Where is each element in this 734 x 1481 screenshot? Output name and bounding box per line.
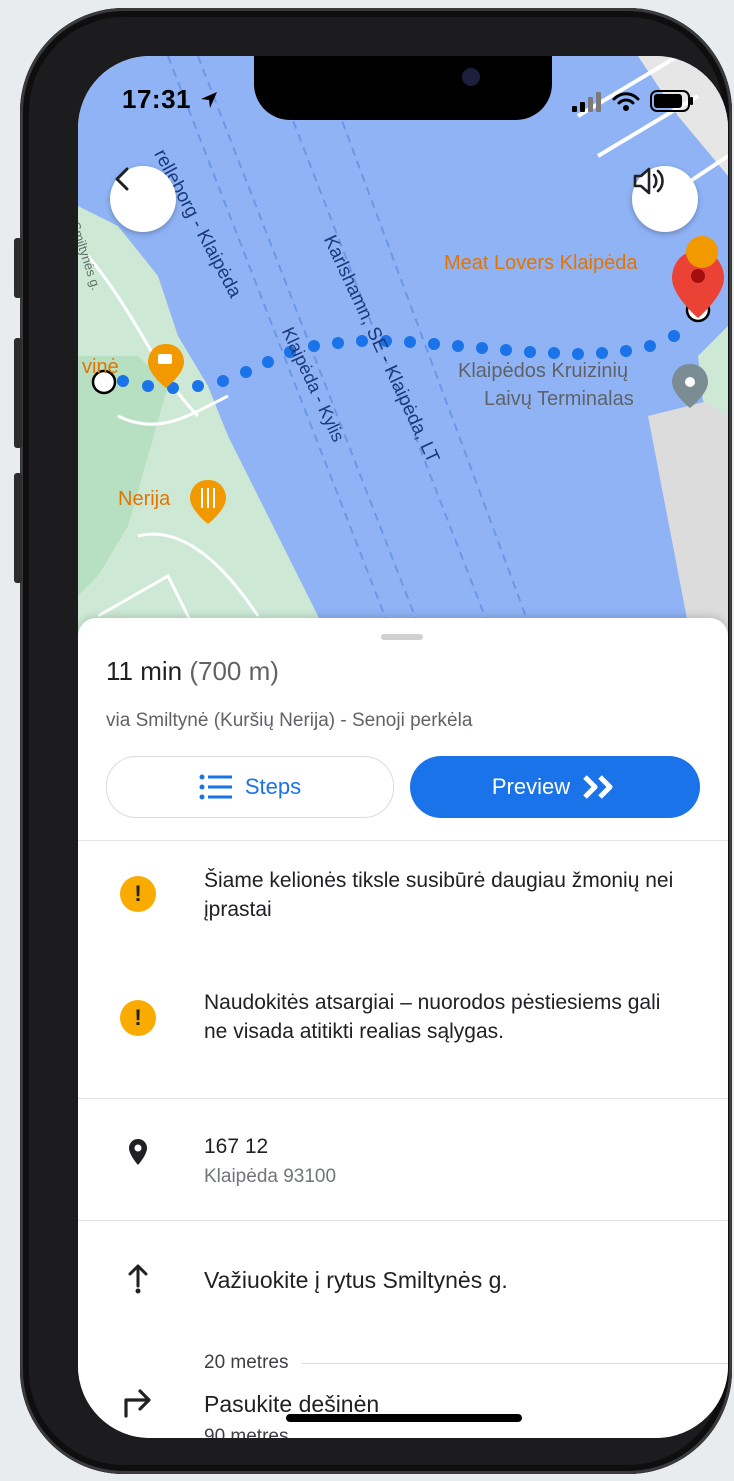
volume-down-button xyxy=(14,473,22,583)
double-chevron-right-icon xyxy=(583,775,613,799)
preview-label: Preview xyxy=(491,774,571,799)
signal-icon xyxy=(572,92,601,112)
step-1-instruction[interactable]: Važiuokite į rytus Smiltynės g. xyxy=(204,1266,674,1295)
steps-button[interactable]: Steps xyxy=(106,756,394,818)
phone-frame: relleborg - Klaipėda Karlshamn, SE - Kla… xyxy=(14,8,732,1474)
poi-meat-lovers-label[interactable]: Meat Lovers Klaipėda xyxy=(444,252,637,275)
divider xyxy=(78,1098,728,1099)
notch xyxy=(254,56,552,120)
front-camera xyxy=(462,68,480,86)
step-separator xyxy=(302,1362,728,1364)
screen: relleborg - Klaipėda Karlshamn, SE - Kla… xyxy=(78,56,728,1438)
home-indicator[interactable] xyxy=(286,1414,522,1422)
step-2-distance-label: 90 metres xyxy=(204,1426,289,1438)
step-2-distance: 90 metres xyxy=(204,1426,728,1438)
turn-right-icon xyxy=(124,1389,151,1418)
step-1-distance-label: 20 metres xyxy=(204,1352,289,1373)
warning-icon: ! xyxy=(120,1000,156,1036)
eta-distance: (700 m) xyxy=(189,656,279,686)
divider xyxy=(78,1220,728,1221)
warning-crowded: Šiame kelionės tiksle susibūrė daugiau ž… xyxy=(204,869,674,921)
location-title: 167 12 xyxy=(204,1135,269,1158)
back-button[interactable] xyxy=(110,166,176,232)
poi-terminal-label-2[interactable]: Laivų Terminalas xyxy=(484,388,634,411)
location-subtitle: Klaipėda 93100 xyxy=(204,1166,337,1187)
location-pin-icon xyxy=(129,1139,147,1165)
eta-time: 11 min xyxy=(106,656,183,686)
step-1-distance: 20 metres xyxy=(204,1352,728,1374)
chevron-left-icon xyxy=(115,167,129,191)
battery-icon xyxy=(650,90,693,112)
preview-button[interactable]: Preview xyxy=(410,756,700,818)
sheet-drag-handle[interactable] xyxy=(381,634,423,640)
steps-label: Steps xyxy=(244,774,302,799)
poi-nerija-label[interactable]: Nerija xyxy=(118,488,170,511)
location-arrow-icon xyxy=(200,92,217,108)
wifi-icon xyxy=(612,92,640,111)
arrow-up-icon xyxy=(128,1264,148,1294)
map-canvas xyxy=(78,56,728,676)
speaker-icon xyxy=(633,167,664,195)
route-via: via Smiltynė (Kuršių Nerija) - Senoji pe… xyxy=(106,710,473,731)
mute-switch xyxy=(14,238,22,298)
volume-up-button xyxy=(14,338,22,448)
poi-terminal-label-1[interactable]: Klaipėdos Kruizinių xyxy=(458,360,628,383)
poi-cafe-label[interactable]: vinė xyxy=(82,356,119,379)
list-icon xyxy=(199,774,232,800)
map-view[interactable]: relleborg - Klaipėda Karlshamn, SE - Kla… xyxy=(78,56,728,676)
status-icons xyxy=(572,90,694,112)
warning-caution: Naudokitės atsargiai – nuorodos pėstiesi… xyxy=(204,991,661,1043)
sound-button[interactable] xyxy=(632,166,698,232)
status-time: 17:31 xyxy=(122,84,219,115)
divider xyxy=(78,840,728,841)
eta-summary: 11 min (700 m) xyxy=(106,656,279,687)
warning-icon: ! xyxy=(120,876,156,912)
directions-sheet: 11 min (700 m) via Smiltynė (Kuršių Neri… xyxy=(78,618,728,1438)
